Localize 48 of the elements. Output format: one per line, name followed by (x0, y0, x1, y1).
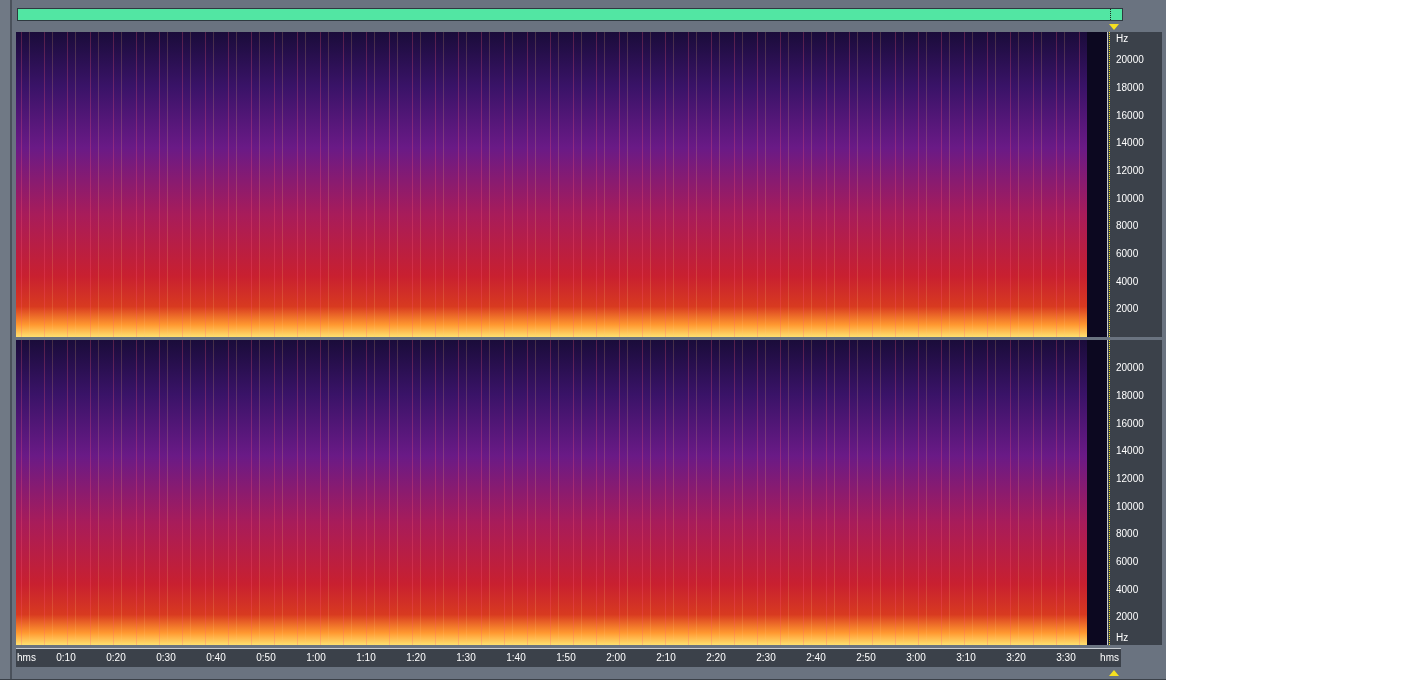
axis-label: 12000 (1116, 164, 1144, 178)
cursor-marker-icon[interactable] (1109, 23, 1119, 30)
axis-label: 14000 (1116, 444, 1144, 459)
axis-label: 20000 (1116, 361, 1144, 376)
axis-label: 1:10 (355, 652, 377, 664)
axis-label: 3:20 (1005, 652, 1027, 664)
axis-label: 10000 (1116, 191, 1144, 206)
axis-label: hms (17, 652, 36, 664)
axis-label: 12000 (1116, 472, 1144, 486)
axis-label: 4000 (1116, 582, 1139, 597)
cursor-marker-icon[interactable] (1109, 669, 1119, 676)
axis-label: hms (1100, 652, 1119, 664)
axis-label: 18000 (1116, 389, 1144, 403)
axis-label: 1:20 (405, 652, 427, 664)
axis-label: 3:00 (905, 652, 927, 664)
axis-label: 2:30 (755, 652, 777, 664)
axis-label: 1:40 (505, 652, 527, 664)
axis-label: 6000 (1116, 247, 1139, 261)
axis-label: 0:20 (105, 652, 127, 664)
axis-label: 1:30 (455, 652, 477, 664)
axis-label: 3:10 (955, 652, 977, 664)
axis-label: 2:50 (855, 652, 877, 664)
axis-unit: Hz (1116, 631, 1129, 645)
axis-label: 20000 (1116, 53, 1144, 68)
axis-label: 3:30 (1055, 652, 1077, 664)
axis-label: 18000 (1116, 81, 1144, 95)
axis-label: 0:50 (255, 652, 277, 664)
axis-label: 16000 (1116, 108, 1144, 123)
axis-label: 2:20 (705, 652, 727, 664)
axis-label: 1:00 (305, 652, 327, 664)
axis-label: 16000 (1116, 416, 1144, 431)
axis-label: 2:10 (655, 652, 677, 664)
overview-bar[interactable] (17, 8, 1123, 21)
axis-label: 6000 (1116, 555, 1139, 569)
axis-label: 10000 (1116, 499, 1144, 514)
axis-label: 2:00 (605, 652, 627, 664)
axis-label: 2:40 (805, 652, 827, 664)
axis-label: 14000 (1116, 136, 1144, 151)
axis-label: 0:10 (55, 652, 77, 664)
axis-unit: Hz (1116, 32, 1129, 46)
axis-label: 8000 (1116, 527, 1139, 542)
axis-label: 2000 (1116, 302, 1139, 317)
axis-label: 4000 (1116, 274, 1139, 289)
axis-label: 0:40 (205, 652, 227, 664)
axis-label: 1:50 (555, 652, 577, 664)
axis-label: 0:30 (155, 652, 177, 664)
axis-label: 2000 (1116, 610, 1139, 625)
axis-label: 8000 (1116, 219, 1139, 234)
